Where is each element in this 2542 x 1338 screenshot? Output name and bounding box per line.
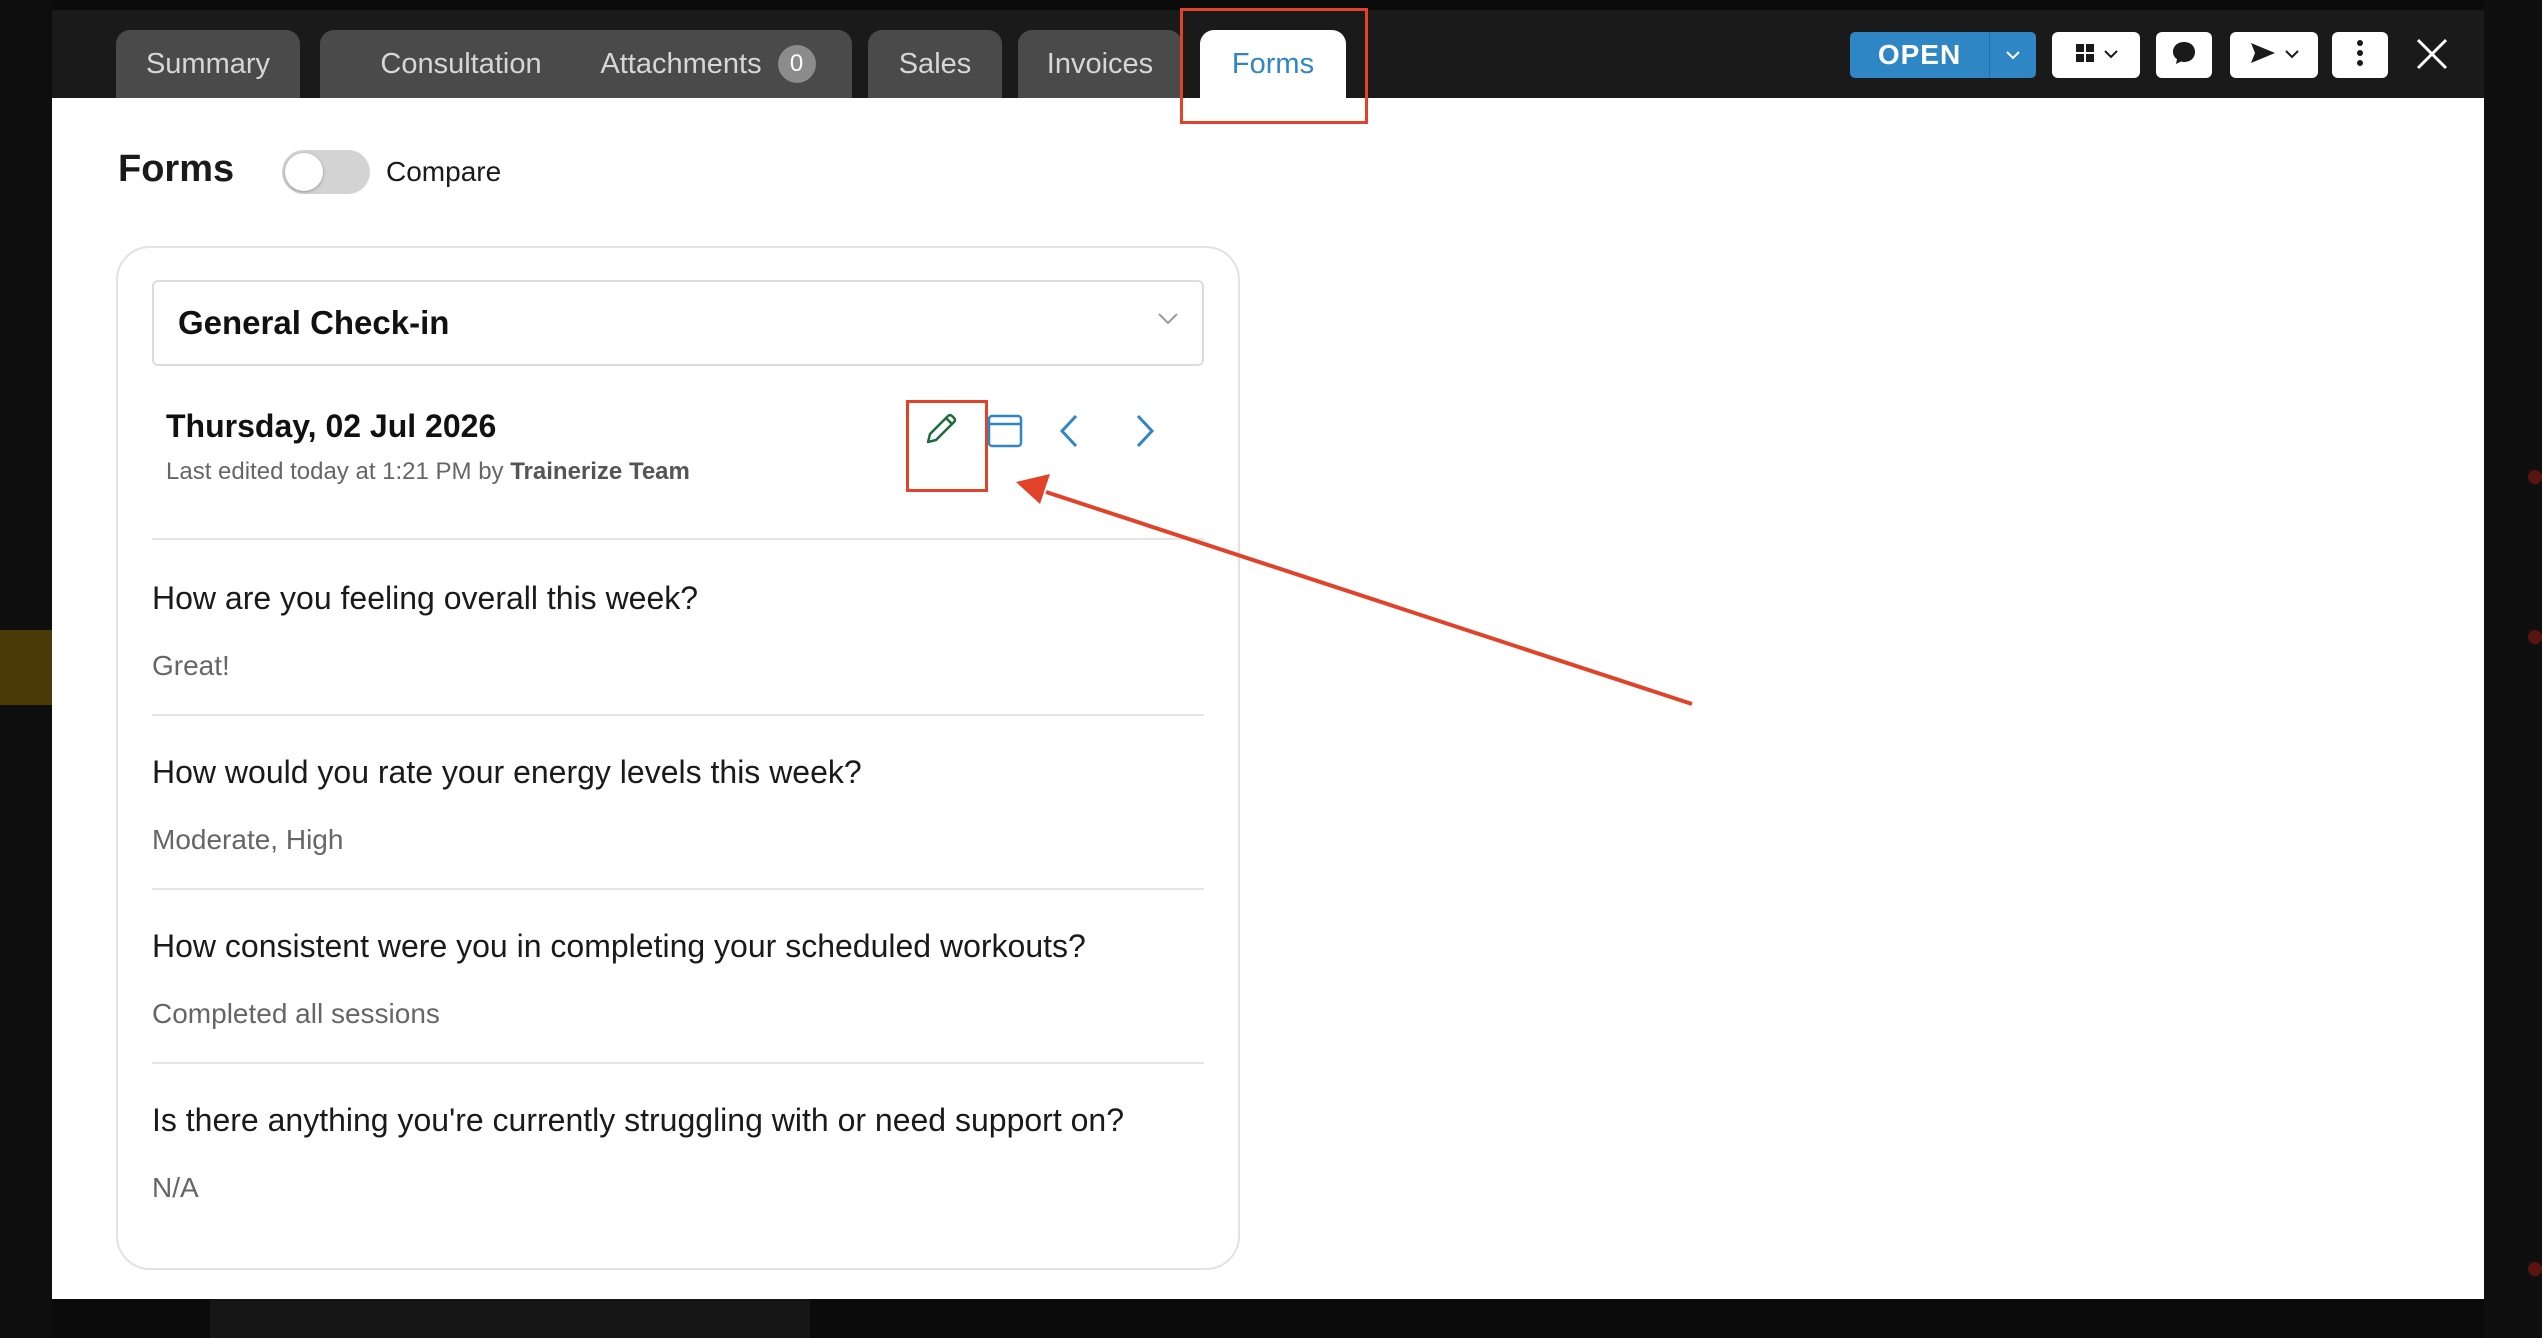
tab-label: Invoices (1046, 47, 1154, 80)
attachments-count-badge: 0 (777, 45, 816, 83)
chevron-left-icon (1058, 413, 1080, 454)
tab-label: Sales (898, 47, 972, 80)
answer-text: N/A (152, 1172, 199, 1203)
question-text: How consistent were you in completing yo… (152, 928, 1086, 964)
previous-entry-button[interactable] (1046, 410, 1092, 456)
background-status-dot (2528, 630, 2542, 644)
status-open-label: OPEN (1877, 39, 1962, 70)
form-card: General Check-in Thursday, 02 Jul 2026 L… (116, 246, 1240, 1270)
answer-text: Great! (152, 650, 230, 681)
chat-button[interactable] (2156, 32, 2212, 78)
send-icon (2249, 41, 2277, 70)
grid-icon (2074, 42, 2096, 69)
answer-text: Completed all sessions (152, 998, 440, 1029)
compare-toggle[interactable] (282, 150, 370, 194)
tab-attachments[interactable]: Attachments 0 (564, 30, 852, 98)
tab-label: Attachments (600, 47, 762, 80)
background-status-dot (2528, 1262, 2542, 1276)
answer-text: Moderate, High (152, 824, 344, 855)
background-status-dot (2528, 470, 2542, 484)
question-text: How are you feeling overall this week? (152, 580, 699, 616)
tab-label: Consultation (380, 47, 542, 80)
forms-tab-highlight-box (1180, 8, 1368, 124)
background-sidebar-active-item (0, 630, 52, 705)
next-entry-button[interactable] (1122, 410, 1168, 456)
question-text: How would you rate your energy levels th… (152, 754, 862, 790)
tab-invoices[interactable]: Invoices (1018, 30, 1182, 98)
grid-menu-button[interactable] (2052, 32, 2140, 78)
divider (152, 888, 1204, 890)
status-dropdown-chevron-icon[interactable] (1989, 32, 2036, 78)
chevron-down-icon (2285, 46, 2299, 64)
last-edited-prefix: Last edited today at 1:21 PM by (166, 458, 504, 485)
edit-button-highlight-box (906, 400, 988, 492)
form-select[interactable]: General Check-in (152, 280, 1204, 366)
tab-consultation[interactable]: Consultation (320, 30, 602, 98)
tab-sales[interactable]: Sales (868, 30, 1002, 98)
divider (152, 714, 1204, 716)
toggle-knob (285, 153, 323, 191)
close-icon[interactable] (2412, 34, 2452, 74)
last-edited-author: Trainerize Team (510, 458, 690, 485)
more-vertical-icon (2356, 39, 2364, 72)
chat-icon (2170, 39, 2198, 72)
send-menu-button[interactable] (2230, 32, 2318, 78)
tab-label: Summary (145, 47, 271, 80)
form-select-value: General Check-in (178, 304, 450, 341)
modal-header: Summary Consultation Attachments 0 Sales… (52, 8, 2484, 124)
calendar-button[interactable] (982, 410, 1028, 456)
more-options-button[interactable] (2332, 32, 2388, 78)
divider (152, 1062, 1204, 1064)
client-modal: Summary Consultation Attachments 0 Sales… (52, 8, 2484, 1299)
background-row (210, 1298, 810, 1338)
question-text: Is there anything you're currently strug… (152, 1102, 1124, 1138)
divider (152, 538, 1204, 540)
compare-label: Compare (386, 156, 502, 187)
page-title: Forms (118, 148, 235, 190)
form-date: Thursday, 02 Jul 2026 (166, 408, 497, 444)
tab-summary[interactable]: Summary (116, 30, 300, 98)
background-sidebar (0, 0, 52, 1338)
chevron-right-icon (1134, 413, 1156, 454)
background-right-column (2484, 0, 2542, 1338)
calendar-icon (986, 412, 1024, 455)
chevron-down-icon (2104, 46, 2118, 64)
last-edited-text: Last edited today at 1:21 PM by Traineri… (166, 458, 690, 486)
status-open-button[interactable]: OPEN (1850, 32, 2036, 78)
chevron-down-icon (1158, 312, 1178, 330)
